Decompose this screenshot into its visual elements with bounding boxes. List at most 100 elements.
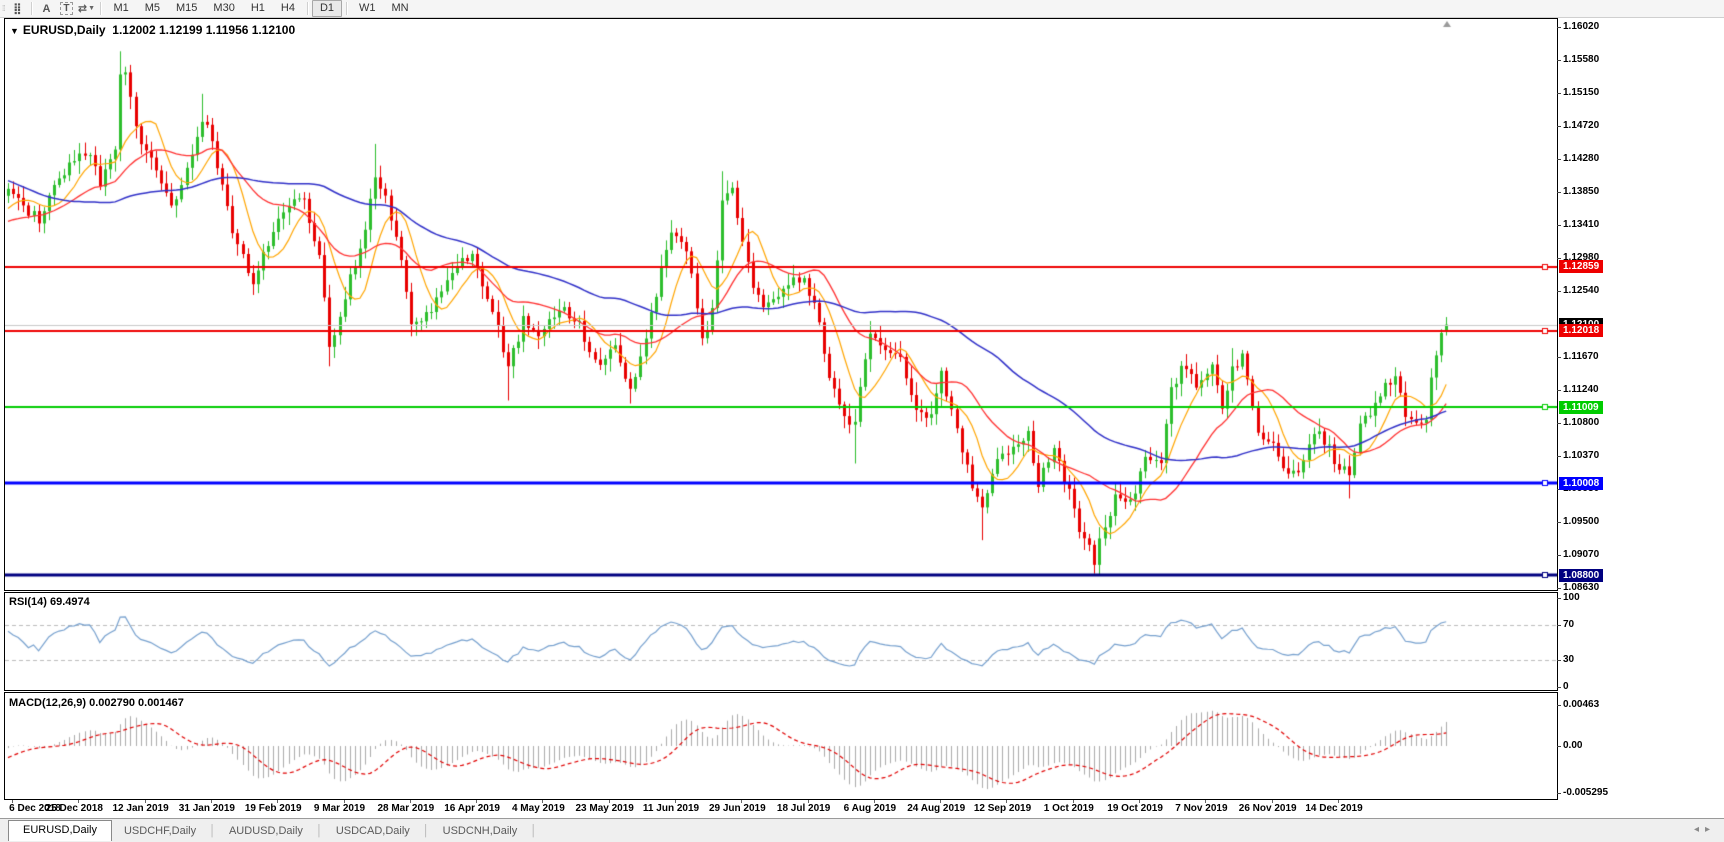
timeframe-h1[interactable]: H1 bbox=[243, 0, 273, 17]
collapse-triangle-icon[interactable]: ▼ bbox=[10, 26, 19, 36]
axis-tick-mark bbox=[1557, 423, 1561, 424]
toolbar-separator bbox=[307, 2, 308, 15]
axis-tick-mark bbox=[1557, 555, 1561, 556]
chart-title: ▼ EURUSD,Daily 1.12002 1.12199 1.11956 1.… bbox=[10, 23, 295, 37]
axis-tick-mark bbox=[1557, 588, 1561, 589]
axis-tick-mark bbox=[1557, 456, 1561, 457]
price-tick-label: 1.09500 bbox=[1563, 516, 1599, 527]
date-tick-label: 24 Aug 2019 bbox=[901, 803, 971, 814]
date-tick-label: 19 Feb 2019 bbox=[238, 803, 308, 814]
date-tick-label: 9 Mar 2019 bbox=[305, 803, 375, 814]
toolbar-separator bbox=[100, 2, 101, 15]
price-tick-label: 1.09070 bbox=[1563, 549, 1599, 560]
price-badge: 1.11009 bbox=[1559, 401, 1603, 414]
price-tick-label: 1.14280 bbox=[1563, 153, 1599, 164]
timeframe-m5[interactable]: M5 bbox=[137, 0, 168, 17]
rsi-canvas[interactable] bbox=[5, 593, 1557, 690]
price-tick-label: 1.11670 bbox=[1563, 351, 1599, 362]
price-tick-label: 1.15150 bbox=[1563, 87, 1599, 98]
price-tick-label: 1.16020 bbox=[1563, 21, 1599, 32]
axis-tick-mark bbox=[1557, 192, 1561, 193]
axis-tick-mark bbox=[1557, 687, 1561, 688]
ohlc-quote-line: 1.12002 1.12199 1.11956 1.12100 bbox=[112, 23, 295, 37]
axis-tick-mark bbox=[1557, 60, 1561, 61]
timeframe-h4[interactable]: H4 bbox=[273, 0, 303, 17]
date-tick-label: 23 May 2019 bbox=[570, 803, 640, 814]
axis-tick-mark bbox=[1557, 258, 1561, 259]
date-tick-label: 19 Oct 2019 bbox=[1100, 803, 1170, 814]
price-tick-label: 1.13410 bbox=[1563, 219, 1599, 230]
date-tick-label: 14 Dec 2019 bbox=[1299, 803, 1369, 814]
axis-tick-mark bbox=[1557, 625, 1561, 626]
rsi-tick-label: 30 bbox=[1563, 654, 1574, 665]
dropdown-caret-icon[interactable]: ▼ bbox=[88, 5, 95, 12]
price-tick-label: 1.11240 bbox=[1563, 384, 1599, 395]
axis-tick-mark bbox=[1557, 390, 1561, 391]
axis-tick-mark bbox=[1557, 357, 1561, 358]
cycle-arrows-icon[interactable]: ⇄▼ bbox=[77, 1, 95, 16]
macd-canvas[interactable] bbox=[5, 693, 1557, 799]
text-label-icon[interactable]: A bbox=[37, 1, 55, 16]
date-tick-label: 18 Jul 2019 bbox=[769, 803, 839, 814]
timeframe-m30[interactable]: M30 bbox=[205, 0, 242, 17]
timeframe-mn[interactable]: MN bbox=[384, 0, 417, 17]
toolbar-drag-handle[interactable]: ⁞⁞ bbox=[2, 4, 4, 13]
text-tool-icon[interactable]: T bbox=[57, 1, 75, 16]
axis-tick-mark bbox=[1557, 598, 1561, 599]
date-axis[interactable]: 6 Dec 201825 Dec 201812 Jan 201931 Jan 2… bbox=[4, 800, 1558, 818]
date-tick-label: 7 Nov 2019 bbox=[1166, 803, 1236, 814]
mt4-window: ⁞⁞ ⣿ A T ⇄▼ M1M5M15M30H1H4 D1 W1MN ▼ EURUSD… bbox=[0, 0, 1724, 841]
date-tick-label: 6 Aug 2019 bbox=[835, 803, 905, 814]
axis-tick-mark bbox=[1557, 793, 1561, 794]
tab-eurusd[interactable]: EURUSD,Daily bbox=[8, 820, 112, 841]
price-tick-label: 1.10370 bbox=[1563, 450, 1599, 461]
price-tick-label: 1.15580 bbox=[1563, 54, 1599, 65]
axis-tick-mark bbox=[1557, 126, 1561, 127]
toolbar-separator bbox=[346, 2, 347, 15]
date-tick-label: 1 Oct 2019 bbox=[1034, 803, 1104, 814]
price-tick-label: 1.14720 bbox=[1563, 120, 1599, 131]
date-tick-label: 28 Mar 2019 bbox=[371, 803, 441, 814]
indicators-grid-icon[interactable]: ⣿ bbox=[8, 1, 26, 16]
date-tick-label: 11 Jun 2019 bbox=[636, 803, 706, 814]
tab-usdchf[interactable]: USDCHF,Daily bbox=[112, 822, 208, 840]
axis-tick-mark bbox=[1557, 159, 1561, 160]
rsi-label: RSI(14) 69.4974 bbox=[9, 596, 90, 608]
tab-divider: │ bbox=[530, 825, 537, 837]
timeframe-d1[interactable]: D1 bbox=[312, 0, 342, 17]
axis-tick-mark bbox=[1557, 291, 1561, 292]
date-tick-label: 26 Nov 2019 bbox=[1233, 803, 1303, 814]
price-tick-label: 1.13850 bbox=[1563, 186, 1599, 197]
tab-audusd[interactable]: AUDUSD,Daily bbox=[217, 822, 315, 840]
macd-label: MACD(12,26,9) 0.002790 0.001467 bbox=[9, 697, 184, 709]
date-tick-label: 4 May 2019 bbox=[503, 803, 573, 814]
date-tick-label: 31 Jan 2019 bbox=[172, 803, 242, 814]
tab-scroll-arrows[interactable]: ◂▸ bbox=[1694, 824, 1716, 835]
timeframe-m15[interactable]: M15 bbox=[168, 0, 205, 17]
date-tick-label: 12 Sep 2019 bbox=[968, 803, 1038, 814]
macd-tick-label: 0.00463 bbox=[1563, 699, 1599, 710]
price-tick-label: 1.12540 bbox=[1563, 285, 1599, 296]
symbol-label: EURUSD,Daily bbox=[23, 23, 106, 37]
tab-usdcad[interactable]: USDCAD,Daily bbox=[324, 822, 422, 840]
chart-tab-bar: EURUSD,DailyUSDCHF,Daily│AUDUSD,Daily│US… bbox=[0, 818, 1724, 842]
timeframe-m1[interactable]: M1 bbox=[105, 0, 136, 17]
axis-tick-mark bbox=[1557, 705, 1561, 706]
tab-divider: │ bbox=[209, 825, 216, 837]
timeframe-buttons: M1M5M15M30H1H4 D1 W1MN bbox=[105, 0, 416, 17]
main-chart-canvas[interactable] bbox=[5, 19, 1557, 590]
price-tick-label: 1.10800 bbox=[1563, 417, 1599, 428]
date-tick-label: 29 Jun 2019 bbox=[702, 803, 772, 814]
macd-tick-label: -0.005295 bbox=[1563, 787, 1608, 798]
date-tick-label: 12 Jan 2019 bbox=[106, 803, 176, 814]
axis-tick-mark bbox=[1557, 27, 1561, 28]
price-badge: 1.08800 bbox=[1559, 569, 1603, 582]
axis-tick-mark bbox=[1557, 746, 1561, 747]
date-tick-label: 16 Apr 2019 bbox=[437, 803, 507, 814]
axis-tick-mark bbox=[1557, 93, 1561, 94]
tab-usdcnh[interactable]: USDCNH,Daily bbox=[431, 822, 530, 840]
top-toolbar: ⁞⁞ ⣿ A T ⇄▼ M1M5M15M30H1H4 D1 W1MN bbox=[0, 0, 1724, 18]
axis-tick-mark bbox=[1557, 522, 1561, 523]
price-badge: 1.10008 bbox=[1559, 477, 1603, 490]
timeframe-w1[interactable]: W1 bbox=[351, 0, 384, 17]
